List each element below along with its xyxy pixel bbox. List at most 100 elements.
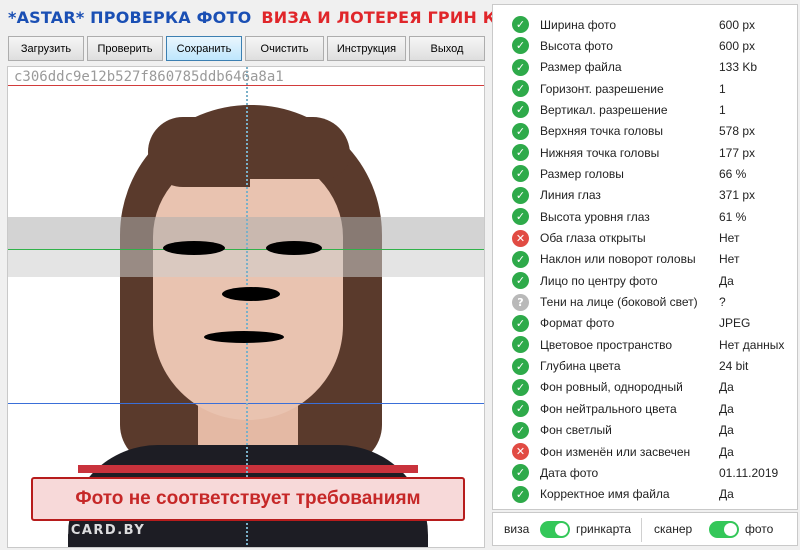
check-label: Нижняя точка головы [540,145,660,160]
check-circle-icon: ✓ [512,464,529,482]
check-value: Нет [719,231,740,245]
check-row: ✓ Фон нейтрального цвета Да [493,398,797,419]
check-row: ✕ Оба глаза открыты Нет [493,228,797,249]
check-value: Да [719,273,734,288]
x-circle-icon: ✕ [512,229,529,247]
check-circle-icon: ✓ [512,421,529,439]
check-label: Формат фото [540,316,615,331]
check-row: ✓ Верхняя точка головы 578 px [493,121,797,142]
nose-censor [222,287,280,301]
check-value: 177 px [719,145,756,160]
check-label: Размер файла [540,60,622,75]
check-label: Цветовое пространство [540,337,673,352]
check-circle-icon: ✓ [512,16,529,33]
check-row: ✓ Горизонт. разрешение 1 [493,78,797,99]
check-row: ✓ Глубина цвета 24 bit [493,356,797,377]
check-row: ✓ Размер головы 66 % [493,163,797,184]
check-label: Вертикал. разрешение [540,102,668,117]
check-label: Высота уровня глаз [540,209,650,224]
check-value: 133 Kb [719,60,758,75]
save-button[interactable]: Сохранить [166,36,242,61]
check-row: ✓ Дата фото 01.11.2019 [493,462,797,483]
check-label: Оба глаза открыты [540,231,646,245]
check-circle-icon: ✓ [512,272,529,290]
check-value: 600 px [719,38,756,53]
check-row: ✓ Высота уровня глаз 61 % [493,206,797,227]
check-row: ? Тени на лице (боковой свет)? [493,292,797,313]
check-row: ✓ Ширина фото 600 px [493,14,797,35]
check-circle-icon: ✓ [512,165,529,183]
check-value: Нет [719,252,740,267]
watermark: GREENCARD.BY [14,523,146,538]
file-hash: c306ddc9e12b527f860785ddb646a8a1 [14,69,284,85]
photo-label: фото [745,522,774,536]
check-value: Да [719,401,734,416]
check-row: ✓ Цветовое пространство Нет данных [493,334,797,355]
check-value: ? [719,295,726,310]
check-label: Фон нейтрального цвета [540,401,677,416]
check-circle-icon: ✓ [512,336,529,354]
exit-button[interactable]: Выход [409,36,485,61]
scanner-photo-switch[interactable] [709,521,739,538]
instructions-button[interactable]: Инструкция [327,36,406,61]
app-title: *ASTAR* ПРОВЕРКА ФОТО ВИЗА И ЛОТЕРЕЯ ГРИН… [8,8,544,27]
brand-title: *ASTAR* ПРОВЕРКА ФОТО [8,8,252,27]
check-row: ✓ Лицо по центру фото Да [493,270,797,291]
check-circle-icon: ✓ [512,485,529,503]
left-eye-censor [163,241,225,255]
check-label: Лицо по центру фото [540,273,658,288]
check-row: ✓ Размер файла 133 Kb [493,57,797,78]
question-circle-icon: ? [512,293,529,311]
mode-toggles: виза гринкарта сканер фото [492,512,798,546]
check-row: ✓ Наклон или поворот головы Нет [493,249,797,270]
switch-knob [555,523,568,536]
check-circle-icon: ✓ [512,400,529,418]
toggle-divider [641,518,642,542]
check-value: JPEG [719,316,751,331]
check-row: ✓ Высота фото 600 px [493,35,797,56]
app-window: *ASTAR* ПРОВЕРКА ФОТО ВИЗА И ЛОТЕРЕЯ ГРИН… [0,0,800,550]
check-circle-icon: ✓ [512,101,529,119]
check-label: Фон изменён или засвечен [540,444,691,459]
hair-fringe-right [250,117,350,179]
visa-greencard-switch[interactable] [540,521,570,538]
check-label: Глубина цвета [540,359,621,374]
check-circle-icon: ✓ [512,250,529,268]
check-circle-icon: ✓ [512,378,529,396]
check-value: 1 [719,81,726,96]
check-button[interactable]: Проверить [87,36,163,61]
check-value: 371 px [719,188,756,203]
check-row: ✓ Фон ровный, однородный Да [493,377,797,398]
toolbar: Загрузить Проверить Сохранить Очистить И… [8,36,485,61]
check-label: Размер головы [540,166,624,181]
check-value: Нет данных [719,337,785,352]
check-circle-icon: ✓ [512,208,529,226]
check-circle-icon: ✓ [512,357,529,375]
check-circle-icon: ✓ [512,80,529,98]
check-label: Горизонт. разрешение [540,81,664,96]
check-label: Тени на лице (боковой свет) [540,295,698,310]
hair-fringe-left [148,117,250,187]
check-label: Верхняя точка головы [540,124,664,139]
center-line [246,67,248,547]
check-row: ✓ Вертикал. разрешение 1 [493,99,797,120]
check-label: Фон светлый [540,423,612,438]
clear-button[interactable]: Очистить [245,36,324,61]
check-row: ✓ Корректное имя файла Да [493,484,797,505]
check-value: 01.11.2019 [719,465,779,480]
check-label: Корректное имя файла [540,487,670,502]
warning-banner: Фото не соответствует требованиям [31,477,465,521]
check-value: 578 px [719,124,756,139]
visa-label: виза [504,522,530,536]
check-value: 61 % [719,209,747,224]
check-row: ✓ Формат фото JPEG [493,313,797,334]
load-button[interactable]: Загрузить [8,36,84,61]
check-value: 24 bit [719,359,749,374]
check-circle-icon: ✓ [512,144,529,162]
x-circle-icon: ✕ [512,443,529,460]
check-results-panel: ✓ Ширина фото 600 px ✓ Высота фото 600 px ✓ Раз… [492,4,798,510]
photo-preview: c306ddc9e12b527f860785ddb646a8a1 Фото не… [7,66,485,548]
check-circle-icon: ✓ [512,58,529,76]
check-value: 1 [719,102,726,117]
check-circle-icon: ✓ [512,122,529,140]
